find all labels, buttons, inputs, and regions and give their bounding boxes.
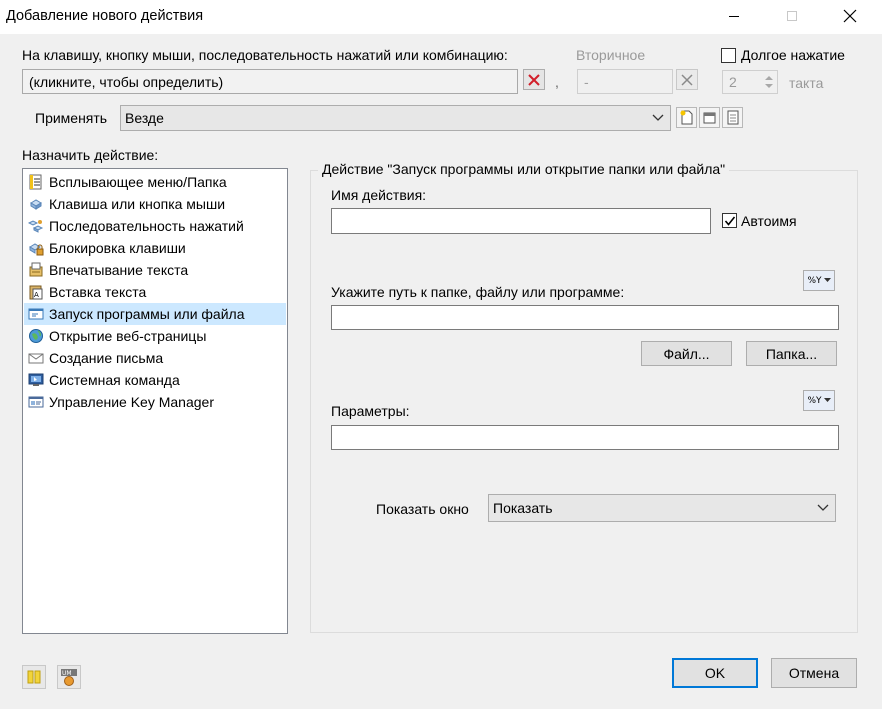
action-item-web-page[interactable]: Открытие веб-страницы bbox=[24, 325, 286, 347]
key-icon bbox=[30, 199, 42, 210]
copy-context-button[interactable] bbox=[722, 107, 743, 128]
params-variables-button[interactable]: %Y bbox=[803, 390, 835, 411]
variables-label: %Y bbox=[807, 395, 822, 406]
tact-spinner: 2 bbox=[722, 70, 778, 94]
action-item-key-lock[interactable]: Блокировка клавиши bbox=[24, 237, 286, 259]
action-name-label: Имя действия: bbox=[331, 187, 427, 203]
pause-button[interactable] bbox=[22, 665, 46, 689]
action-list: Всплывающее меню/Папка Клавиша или кнопк… bbox=[22, 168, 288, 634]
action-item-label: Запуск программы или файла bbox=[49, 306, 245, 322]
minimize-icon bbox=[729, 16, 739, 17]
action-item-type-text[interactable]: Впечатывание текста bbox=[24, 259, 286, 281]
system-command-icon bbox=[28, 373, 44, 386]
apply-select-value: Везде bbox=[125, 110, 164, 126]
action-details-group bbox=[310, 170, 858, 633]
edit-context-button[interactable] bbox=[699, 107, 720, 128]
trigger-field[interactable]: (кликните, чтобы определить) bbox=[22, 69, 518, 94]
path-variables-button[interactable]: %Y bbox=[803, 270, 835, 291]
action-item-label: Последовательность нажатий bbox=[49, 218, 244, 234]
tact-label: такта bbox=[789, 75, 824, 91]
action-item-label: Всплывающее меню/Папка bbox=[49, 174, 227, 190]
run-program-icon bbox=[28, 308, 44, 320]
paste-text-icon: A bbox=[29, 285, 43, 300]
chevron-down-icon bbox=[823, 398, 831, 402]
trigger-separator: , bbox=[555, 74, 559, 90]
action-item-paste-text[interactable]: A Вставка текста bbox=[24, 281, 286, 303]
action-item-label: Системная команда bbox=[49, 372, 180, 388]
action-item-menu-folder[interactable]: Всплывающее меню/Папка bbox=[24, 171, 286, 193]
path-label: Укажите путь к папке, файлу или программ… bbox=[331, 284, 625, 300]
apply-label: Применять bbox=[35, 110, 108, 126]
minimize-button[interactable] bbox=[712, 0, 756, 32]
maximize-icon bbox=[787, 11, 797, 21]
pause-icon bbox=[27, 670, 41, 684]
action-item-key-sequence[interactable]: Последовательность нажатий bbox=[24, 215, 286, 237]
checkmark-icon bbox=[724, 216, 735, 226]
show-window-value: Показать bbox=[493, 500, 553, 516]
assign-action-label: Назначить действие: bbox=[22, 147, 159, 163]
secondary-field: - bbox=[577, 69, 673, 94]
show-window-select[interactable]: Показать bbox=[488, 494, 836, 522]
clear-x-icon bbox=[681, 73, 693, 86]
svg-text:UM: UM bbox=[62, 670, 72, 677]
action-item-label: Блокировка клавиши bbox=[49, 240, 186, 256]
action-item-label: Открытие веб-страницы bbox=[49, 328, 207, 344]
menu-folder-icon bbox=[29, 174, 42, 190]
action-item-label: Управление Key Manager bbox=[49, 394, 214, 410]
key-sequence-icon bbox=[28, 220, 44, 233]
key-manager-icon bbox=[28, 396, 44, 408]
action-group-title: Действие "Запуск программы или открытие … bbox=[318, 161, 730, 177]
path-input[interactable] bbox=[331, 305, 839, 330]
svg-text:A: A bbox=[34, 291, 39, 299]
action-item-key-manager[interactable]: Управление Key Manager bbox=[24, 391, 286, 413]
email-icon bbox=[28, 353, 44, 364]
cancel-button[interactable]: Отмена bbox=[771, 658, 857, 688]
clear-secondary-button bbox=[676, 69, 698, 90]
autoname-label: Автоимя bbox=[741, 213, 797, 229]
variables-label: %Y bbox=[807, 275, 822, 286]
long-press-checkbox[interactable] bbox=[721, 48, 736, 63]
action-item-label: Вставка текста bbox=[49, 284, 147, 300]
action-item-label: Клавиша или кнопка мыши bbox=[49, 196, 226, 212]
key-lock-icon bbox=[29, 243, 44, 256]
maximize-button bbox=[770, 0, 814, 32]
file-button[interactable]: Файл... bbox=[641, 341, 732, 366]
action-item-label: Создание письма bbox=[49, 350, 164, 366]
action-item-system-command[interactable]: Системная команда bbox=[24, 369, 286, 391]
long-press-label: Долгое нажатие bbox=[741, 47, 845, 63]
type-text-icon bbox=[29, 262, 43, 277]
user-manager-button[interactable]: UM bbox=[57, 665, 81, 689]
params-label: Параметры: bbox=[331, 403, 410, 419]
edit-window-icon bbox=[703, 112, 716, 124]
chevron-down-icon bbox=[652, 114, 664, 121]
action-item-label: Впечатывание текста bbox=[49, 262, 189, 278]
spinner-arrows-icon bbox=[765, 76, 773, 88]
document-list-icon bbox=[727, 110, 739, 125]
tact-value: 2 bbox=[729, 74, 737, 90]
trigger-label: На клавишу, кнопку мыши, последовательно… bbox=[22, 47, 508, 63]
folder-button[interactable]: Папка... bbox=[746, 341, 837, 366]
params-input[interactable] bbox=[331, 425, 839, 450]
clear-trigger-button[interactable] bbox=[523, 69, 545, 90]
action-item-key[interactable]: Клавиша или кнопка мыши bbox=[24, 193, 286, 215]
web-page-icon bbox=[29, 329, 43, 343]
new-document-icon bbox=[680, 110, 693, 125]
secondary-label: Вторичное bbox=[576, 47, 646, 63]
action-name-input[interactable] bbox=[331, 208, 711, 234]
close-icon bbox=[843, 9, 857, 23]
action-item-run-program[interactable]: Запуск программы или файла bbox=[24, 303, 286, 325]
chevron-down-icon bbox=[817, 504, 829, 511]
new-context-button[interactable] bbox=[676, 107, 697, 128]
clear-x-icon bbox=[528, 73, 540, 86]
apply-select[interactable]: Везде bbox=[120, 105, 671, 131]
close-button[interactable] bbox=[828, 0, 872, 32]
window-title: Добавление нового действия bbox=[6, 8, 204, 24]
user-manager-icon: UM bbox=[61, 669, 77, 686]
autoname-checkbox[interactable] bbox=[722, 213, 737, 228]
show-window-label: Показать окно bbox=[376, 501, 469, 517]
chevron-down-icon bbox=[823, 278, 831, 282]
ok-button[interactable]: OK bbox=[672, 658, 758, 688]
action-item-email[interactable]: Создание письма bbox=[24, 347, 286, 369]
